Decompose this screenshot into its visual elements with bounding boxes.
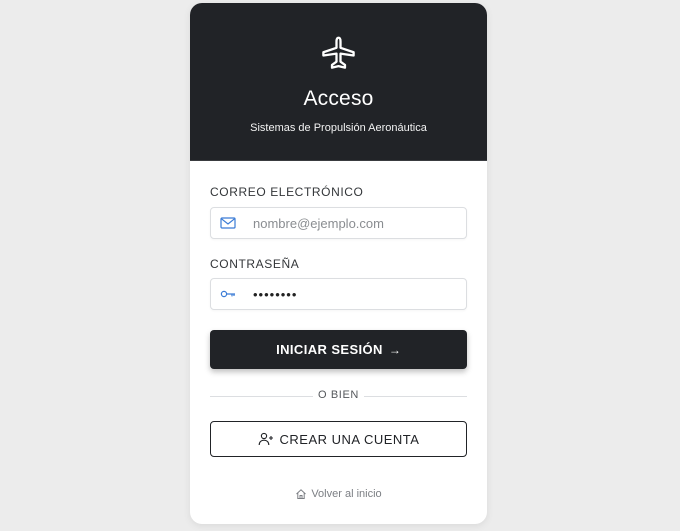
password-field[interactable] [253,279,458,309]
login-button-label: INICIAR SESIÓN [276,342,383,357]
create-account-button[interactable]: CREAR UNA CUENTA [210,421,467,457]
divider-line-left [210,396,313,397]
email-label: CORREO ELECTRÓNICO [210,185,364,199]
page-subtitle: Sistemas de Propulsión Aeronáutica [250,122,427,134]
email-field-container[interactable] [210,207,467,239]
back-home-label: Volver al inicio [311,488,382,500]
email-field[interactable] [253,208,458,238]
create-account-label: CREAR UNA CUENTA [279,431,420,447]
envelope-icon [220,217,236,229]
card-header: Acceso Sistemas de Propulsión Aeronáutic… [190,3,487,161]
airplane-icon [322,36,355,69]
user-plus-icon [258,432,273,446]
divider-line-right [364,396,467,397]
key-icon [220,290,235,298]
login-button[interactable]: INICIAR SESIÓN → [210,330,467,369]
divider-label: O BIEN [318,389,359,401]
password-label: CONTRASEÑA [210,257,300,271]
arrow-right-icon: → [388,342,401,357]
home-icon [296,489,307,499]
back-home-link[interactable]: Volver al inicio [190,488,487,500]
page-title: Acceso [303,87,374,110]
password-field-container[interactable] [210,278,467,310]
login-card: Acceso Sistemas de Propulsión Aeronáutic… [190,3,487,524]
or-divider: O BIEN [210,388,467,404]
